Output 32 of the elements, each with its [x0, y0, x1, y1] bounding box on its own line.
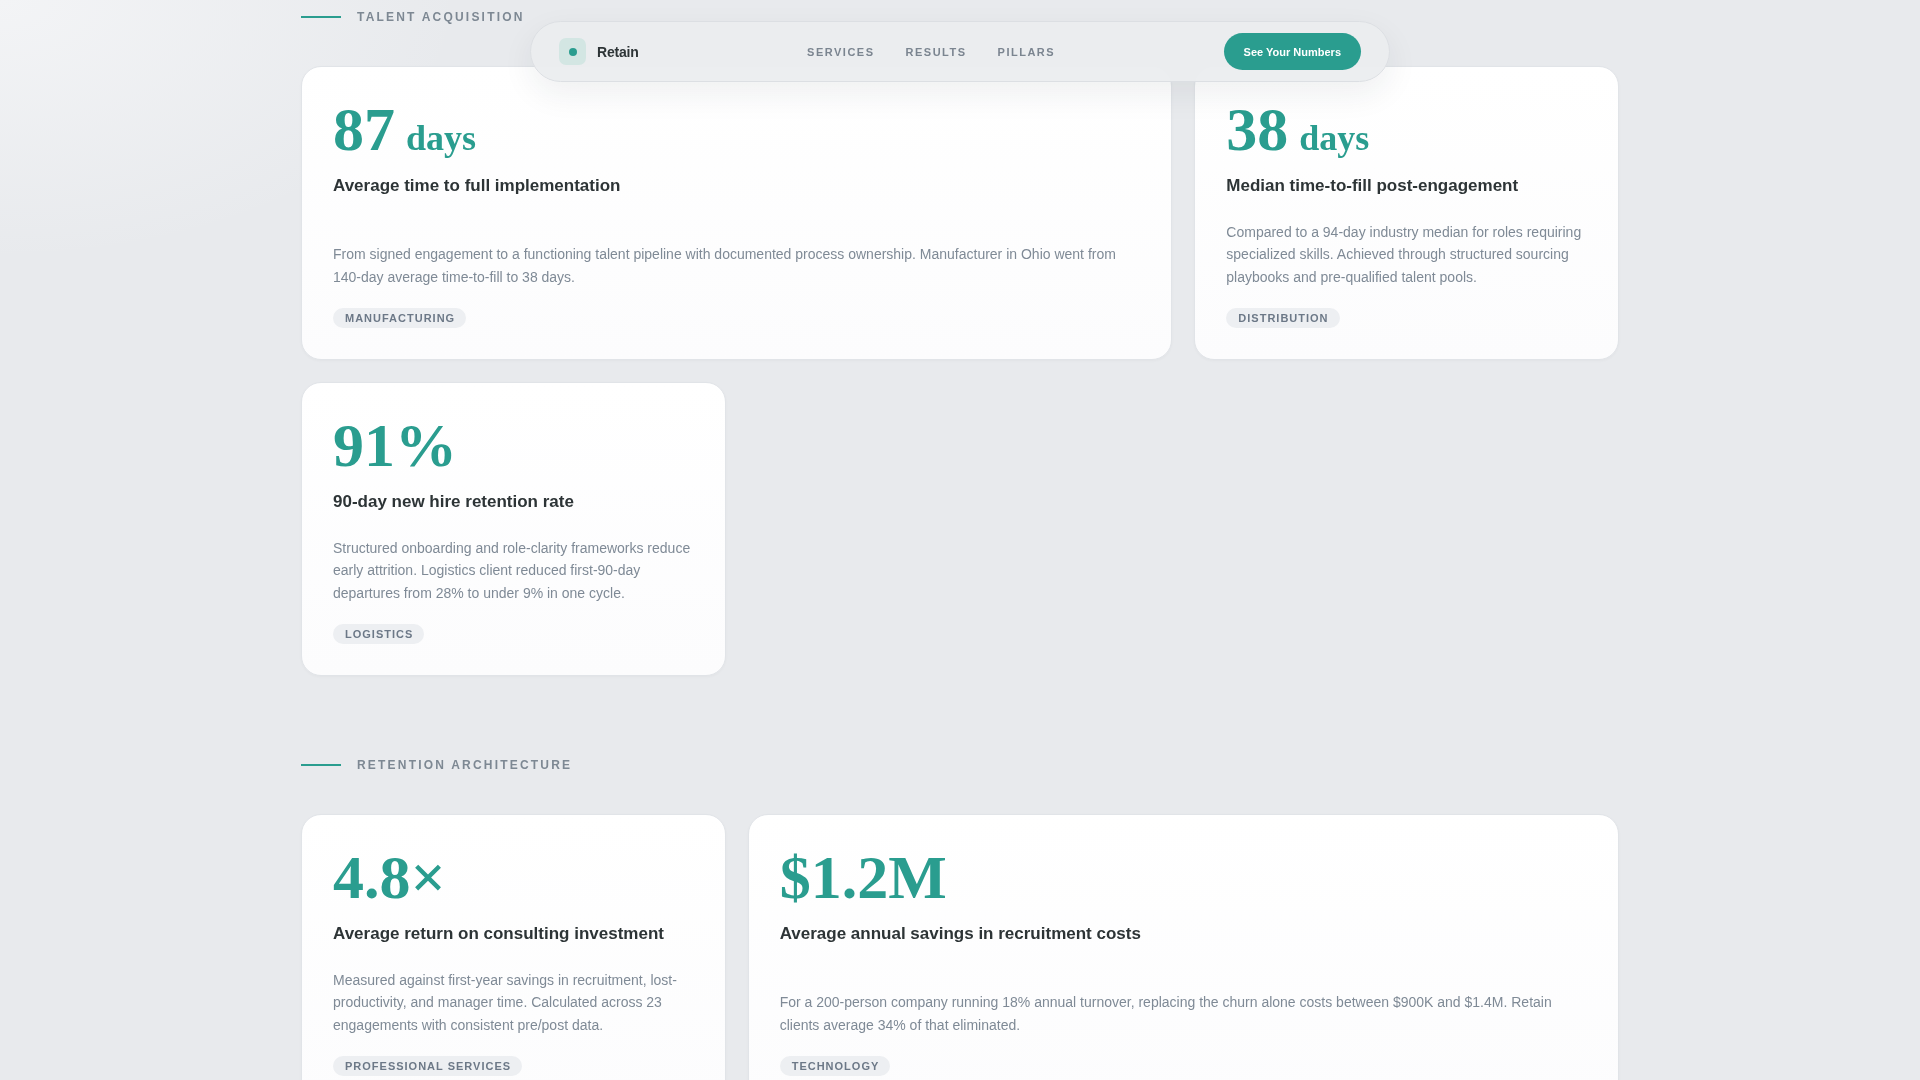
- industry-tag: PROFESSIONAL SERVICES: [333, 1055, 523, 1076]
- stat-title: Average return on consulting investment: [333, 922, 665, 945]
- cta-button[interactable]: See Your Numbers: [1223, 33, 1361, 70]
- stat-value: $1.2M: [779, 845, 947, 908]
- stat-description: From signed engagement to a functioning talent pipeline with documented process ownership. Manufacturer in Ohio went from 140-day average time-to-fill to 38 days.: [333, 245, 1117, 287]
- stat-unit: days: [1299, 120, 1370, 156]
- stat-value: 38: [1226, 98, 1289, 160]
- stat-description: Structured onboarding and role-clarity frameworks reduce early attrition. Logistics client reduced first-90-day departures from 28% to under 9% in one cycle.: [333, 538, 692, 603]
- section-label: TALENT ACQUISITION: [357, 9, 525, 25]
- stat-value: 87: [333, 98, 395, 160]
- stat-unit: days: [406, 120, 477, 156]
- stat-title: 90-day new hire retention rate: [333, 490, 575, 513]
- nav-link[interactable]: RESULTS: [905, 45, 967, 58]
- industry-tag: LOGISTICS: [333, 623, 425, 644]
- section-label: RETENTION ARCHITECTURE: [357, 756, 573, 773]
- stat-description: Measured against first-year savings in recruitment, lost-productivity, and manager time. Calculated across 23 engagements with consistent pre/post data.: [333, 970, 678, 1035]
- stat-description: For a 200-person company running 18% annual turnover, replacing the churn alone costs between $900K and $1.4M. Retain clients average 34% of that eliminated.: [779, 993, 1553, 1035]
- dot-logo-icon: [559, 38, 586, 65]
- brand-link[interactable]: Retain: [559, 38, 639, 65]
- stat-title: Average time to full implementation: [333, 175, 622, 197]
- stat-title: Median time-to-fill post-engagement: [1226, 175, 1520, 197]
- industry-tag: TECHNOLOGY: [779, 1055, 891, 1076]
- industry-tag: DISTRIBUTION: [1226, 307, 1340, 328]
- nav-link[interactable]: PILLARS: [997, 45, 1056, 58]
- stat-description: Compared to a 94-day industry median for roles requiring specialized skills. Achieved through structured sourcing playbooks and pre-qualified talent pools.: [1226, 222, 1583, 287]
- nav-link[interactable]: SERVICES: [807, 45, 875, 58]
- accent-line: [301, 763, 341, 766]
- stat-title: Average annual savings in recruitment costs: [779, 922, 1142, 945]
- accent-line: [301, 16, 341, 18]
- industry-tag: MANUFACTURING: [333, 307, 467, 328]
- stat-value: 4.8×: [333, 845, 446, 908]
- stat-value: 91%: [333, 413, 457, 476]
